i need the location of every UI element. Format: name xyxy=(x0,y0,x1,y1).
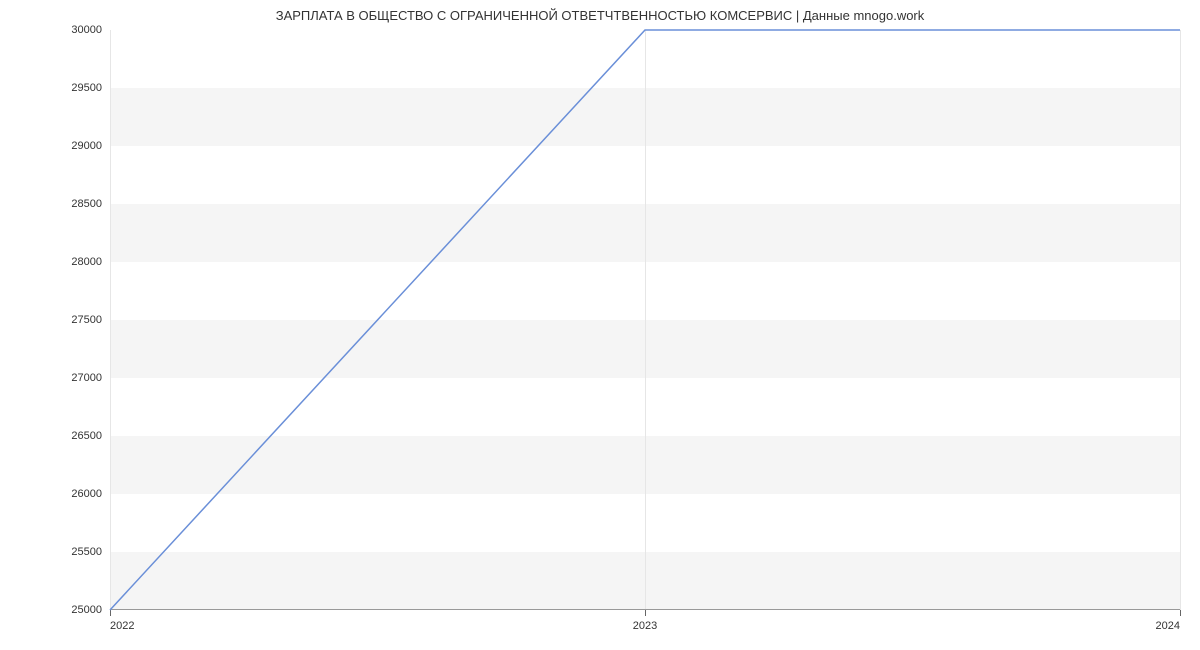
data-series-line xyxy=(110,30,1180,610)
y-axis-tick-label: 30000 xyxy=(71,24,110,36)
chart-title: ЗАРПЛАТА В ОБЩЕСТВО С ОГРАНИЧЕННОЙ ОТВЕТ… xyxy=(0,0,1200,31)
x-axis-tick-label: 2022 xyxy=(110,610,134,632)
chart-line-svg xyxy=(110,30,1180,610)
x-axis-tick xyxy=(1180,610,1181,616)
y-axis-tick-label: 25000 xyxy=(71,604,110,616)
y-axis-tick-label: 26000 xyxy=(71,488,110,500)
x-axis-tick-label: 2023 xyxy=(633,610,657,632)
chart-plot-area: 2500025500260002650027000275002800028500… xyxy=(110,30,1180,610)
y-axis-tick-label: 27500 xyxy=(71,314,110,326)
y-axis-tick-label: 28500 xyxy=(71,198,110,210)
grid-line-vertical xyxy=(1180,30,1181,610)
y-axis-tick-label: 26500 xyxy=(71,430,110,442)
y-axis-tick-label: 25500 xyxy=(71,546,110,558)
y-axis-tick-label: 29000 xyxy=(71,140,110,152)
y-axis-tick-label: 29500 xyxy=(71,82,110,94)
y-axis-tick-label: 28000 xyxy=(71,256,110,268)
y-axis-tick-label: 27000 xyxy=(71,372,110,384)
x-axis-tick-label: 2024 xyxy=(1156,610,1180,632)
